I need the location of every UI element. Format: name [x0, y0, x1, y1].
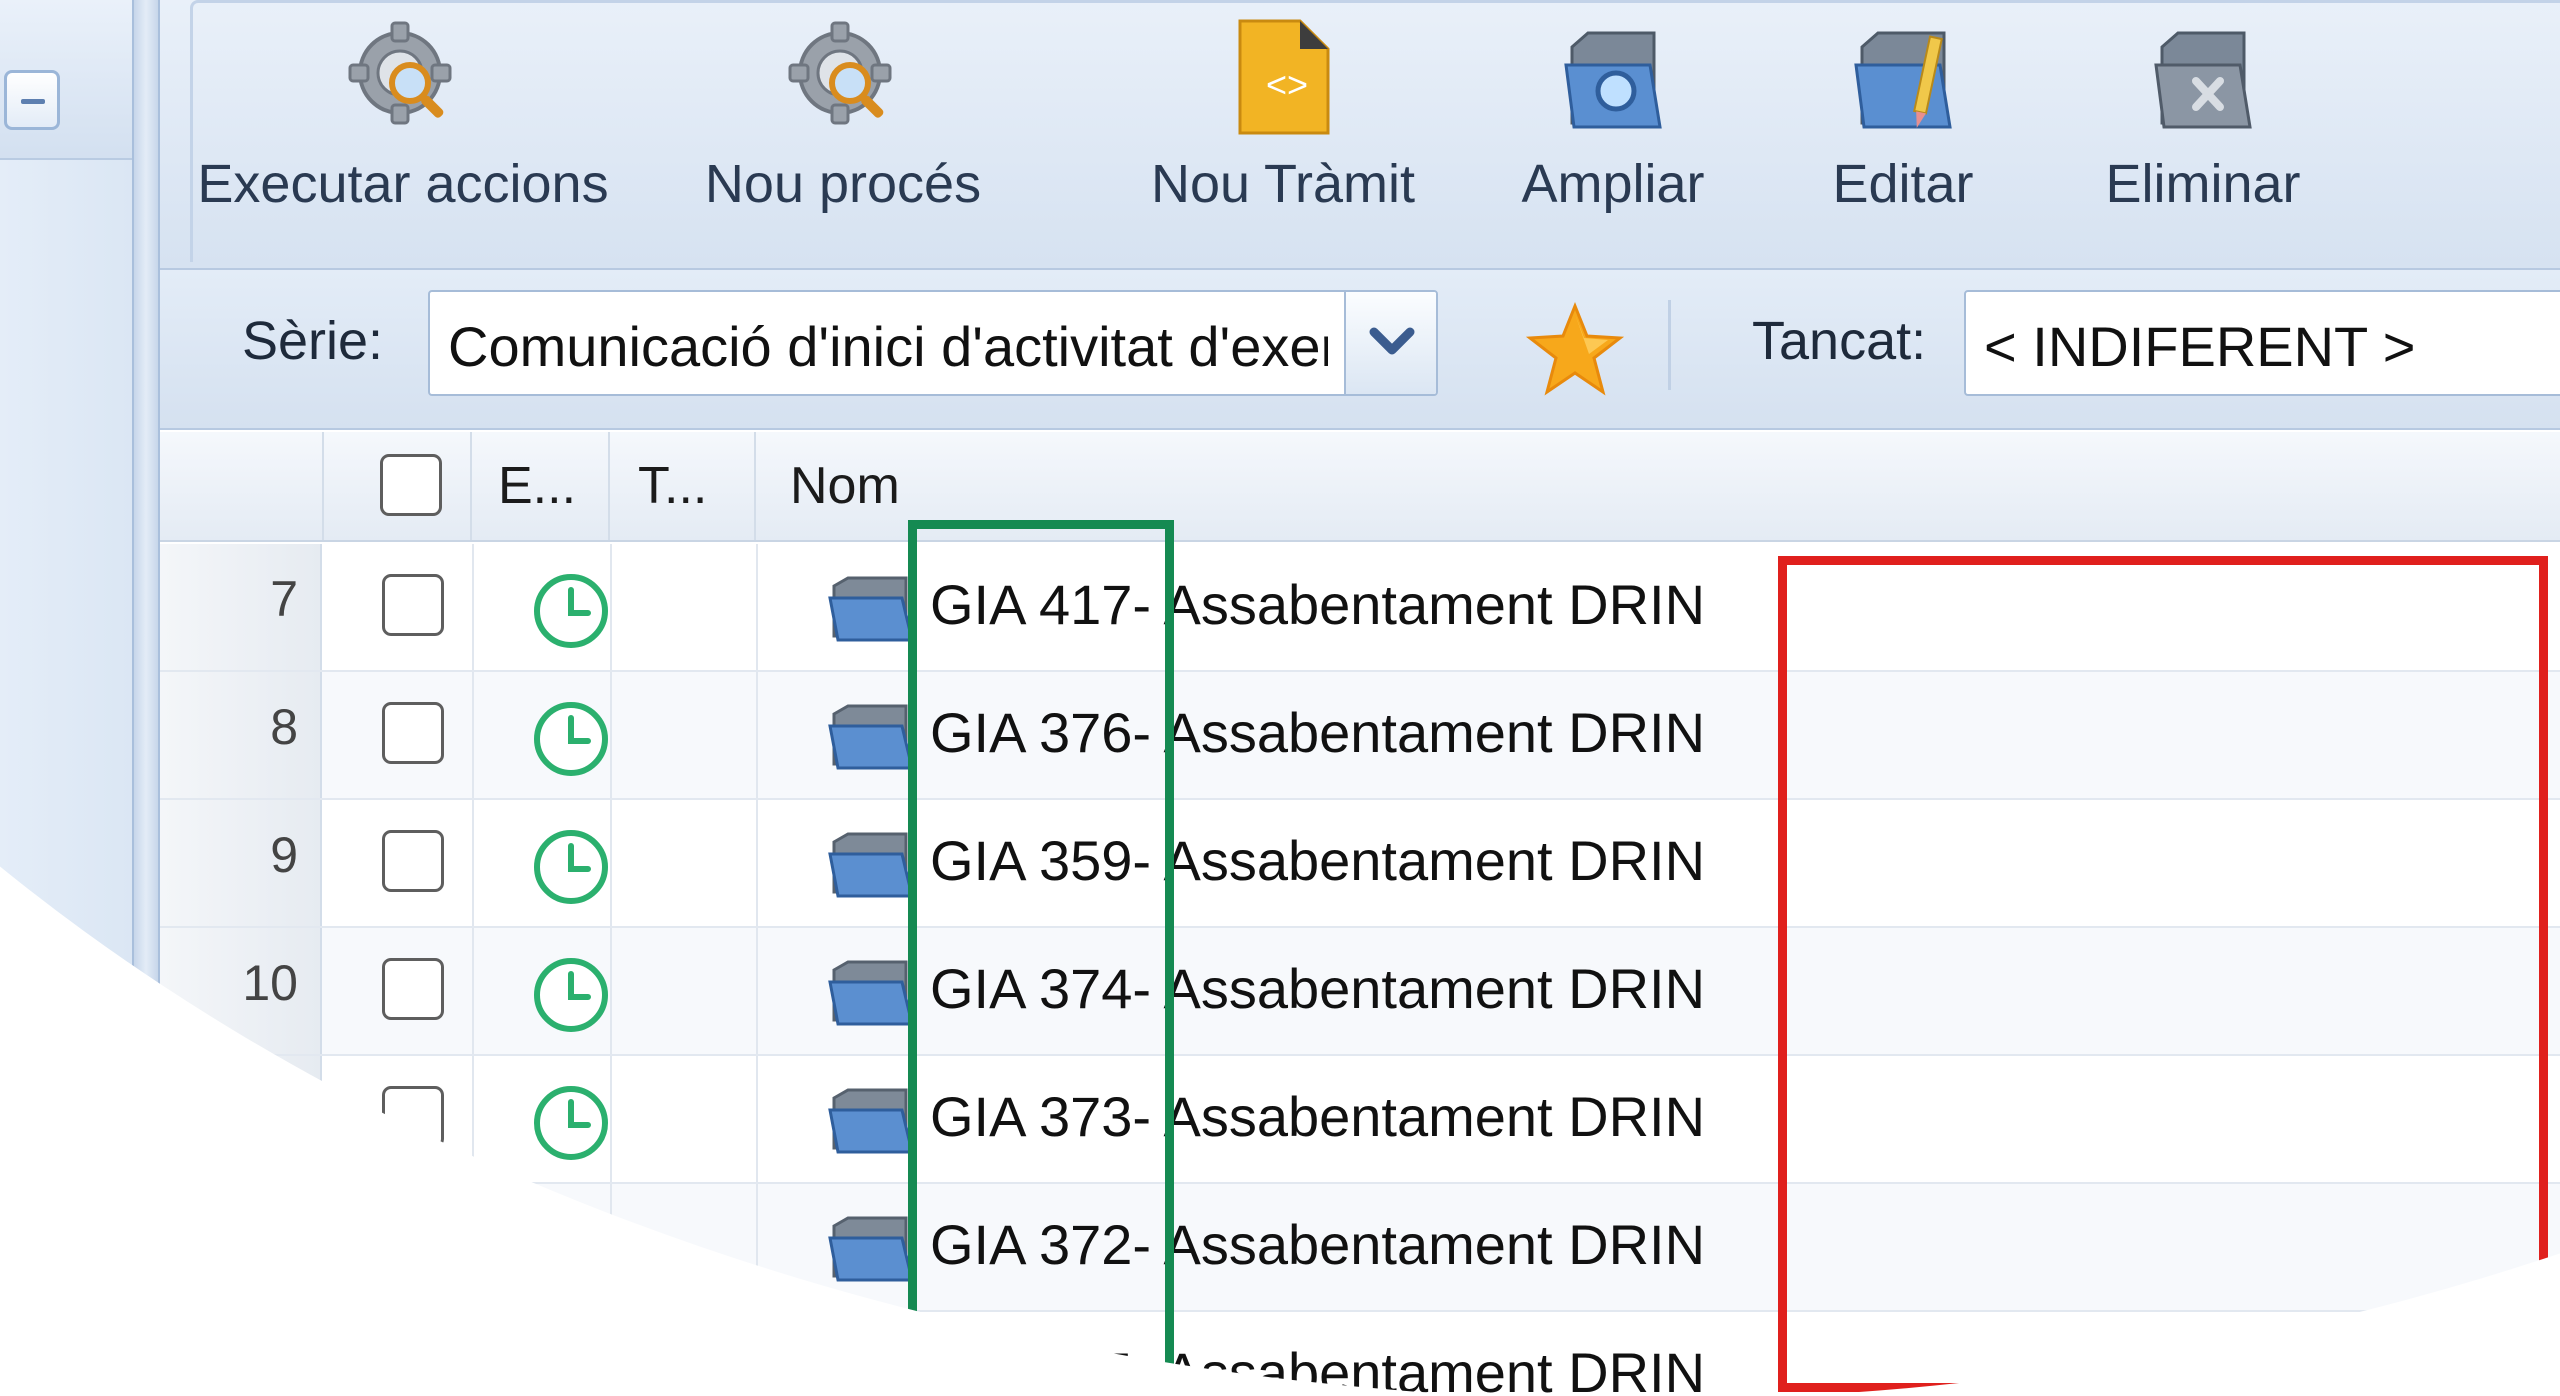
- folder-zoom-icon: [1558, 17, 1668, 137]
- code-document-icon: <>: [1228, 17, 1338, 137]
- row-number: 7: [160, 544, 322, 670]
- serie-select[interactable]: Comunicació d'inici d'activitat d'exerci…: [428, 290, 1438, 396]
- clock-icon: [530, 698, 612, 780]
- new-process-button[interactable]: Nou procés: [693, 17, 993, 217]
- folder-edit-icon: [1848, 17, 1958, 137]
- column-divider: [756, 1184, 758, 1310]
- column-divider: [472, 672, 474, 798]
- folder-icon: [828, 1342, 914, 1396]
- folder-icon: [828, 574, 914, 644]
- grid-header: E... T... Nom: [160, 432, 2560, 542]
- clock-icon: [530, 954, 612, 1036]
- execute-actions-button[interactable]: Executar accions: [193, 17, 613, 217]
- column-header-tipus[interactable]: T...: [610, 432, 756, 540]
- screenshot-stage: Executar accions Nou procés <> Nou Tràmi…: [0, 0, 2560, 1396]
- folder-icon: [828, 702, 914, 772]
- column-divider: [472, 1184, 474, 1310]
- gear-search-icon: [788, 17, 898, 137]
- panel-splitter[interactable]: [132, 0, 160, 1396]
- delete-label: Eliminar: [2105, 154, 2301, 214]
- chevron-down-icon: [1369, 327, 1415, 355]
- collapse-panel-button[interactable]: [4, 70, 60, 130]
- clock-icon: [530, 570, 612, 652]
- row-checkbox[interactable]: [382, 1214, 444, 1276]
- folder-icon: [828, 1214, 914, 1284]
- gear-search-icon: [348, 17, 458, 137]
- svg-text:<>: <>: [1266, 64, 1308, 105]
- folder-delete-icon: [2148, 17, 2258, 137]
- filter-divider: [1668, 300, 1671, 390]
- folder-icon: [828, 830, 914, 900]
- minus-icon: [21, 99, 45, 104]
- column-divider: [756, 672, 758, 798]
- folder-icon: [828, 958, 914, 1028]
- edit-label: Editar: [1832, 154, 1974, 214]
- row-checkbox[interactable]: [382, 574, 444, 636]
- column-divider: [756, 1312, 758, 1396]
- row-number: 9: [160, 800, 322, 926]
- row-number: 13: [160, 1312, 322, 1396]
- tancat-select[interactable]: < INDIFERENT >: [1964, 290, 2560, 396]
- clock-icon: [530, 1210, 612, 1292]
- column-divider: [756, 544, 758, 670]
- row-checkbox[interactable]: [382, 702, 444, 764]
- column-divider: [472, 928, 474, 1054]
- edit-button[interactable]: Editar: [1803, 17, 2003, 217]
- column-divider: [756, 928, 758, 1054]
- tancat-label: Tancat:: [1752, 311, 1927, 371]
- new-procedure-button[interactable]: <> Nou Tràmit: [1113, 17, 1453, 217]
- clock-icon: [530, 826, 612, 908]
- tancat-selected-value: < INDIFERENT >: [1984, 315, 2416, 378]
- new-procedure-label: Nou Tràmit: [1150, 154, 1416, 214]
- row-checkbox[interactable]: [382, 1086, 444, 1148]
- serie-label: Sèrie:: [242, 311, 384, 371]
- column-divider: [756, 800, 758, 926]
- toolbar-frame: Executar accions Nou procés <> Nou Tràmi…: [190, 0, 2560, 262]
- filter-bar: Sèrie: Comunicació d'inici d'activitat d…: [160, 270, 2560, 430]
- row-number: 10: [160, 928, 322, 1054]
- expand-label: Ampliar: [1521, 154, 1705, 214]
- column-divider: [472, 1312, 474, 1396]
- rownumber-header: [160, 432, 324, 540]
- delete-button[interactable]: Eliminar: [2073, 17, 2333, 217]
- favorite-star-icon[interactable]: [1520, 300, 1630, 400]
- toolbar: Executar accions Nou procés <> Nou Tràmi…: [160, 0, 2560, 270]
- row-number: 11: [160, 1056, 322, 1182]
- select-all-header: [324, 432, 472, 540]
- execute-actions-label: Executar accions: [197, 154, 609, 214]
- redacted-area-highlight: [1778, 556, 2548, 1392]
- select-all-checkbox[interactable]: [380, 454, 442, 516]
- clock-icon: [530, 1082, 612, 1164]
- row-checkbox[interactable]: [382, 830, 444, 892]
- column-divider: [756, 1056, 758, 1182]
- row-number: 8: [160, 672, 322, 798]
- column-header-estat[interactable]: E...: [472, 432, 610, 540]
- row-checkbox[interactable]: [382, 1342, 444, 1396]
- row-number: 12: [160, 1184, 322, 1310]
- clock-icon: [530, 1338, 612, 1396]
- new-process-label: Nou procés: [704, 154, 982, 214]
- serie-dropdown-button[interactable]: [1344, 292, 1436, 394]
- column-divider: [472, 544, 474, 670]
- expand-button[interactable]: Ampliar: [1493, 17, 1733, 217]
- code-column-highlight: [908, 520, 1174, 1396]
- column-divider: [472, 1056, 474, 1182]
- row-checkbox[interactable]: [382, 958, 444, 1020]
- serie-selected-value: Comunicació d'inici d'activitat d'exerci…: [448, 315, 1328, 378]
- column-divider: [472, 800, 474, 926]
- folder-icon: [828, 1086, 914, 1156]
